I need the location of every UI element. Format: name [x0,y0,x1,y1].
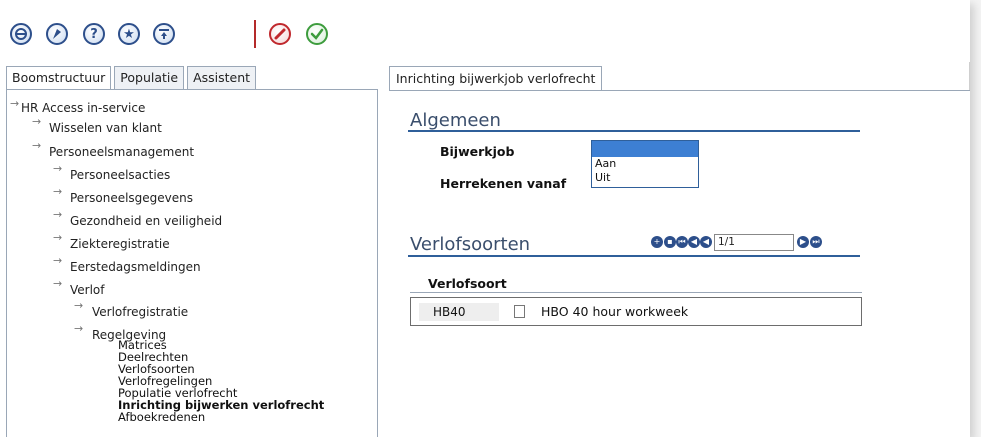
section-divider [408,255,860,257]
tree-arrow-icon: → [53,185,63,198]
tree-item-wisselen[interactable]: Wisselen van klant [49,121,162,135]
tree-item-personeelsgegevens[interactable]: Personeelsgegevens [70,191,193,205]
confirm-icon[interactable] [306,23,328,45]
dropdown-option-uit[interactable]: Uit [592,171,698,185]
tree-arrow-icon: → [53,254,63,267]
dropdown-option-empty[interactable] [592,141,698,157]
last-page-icon[interactable]: ⏭ [810,236,822,248]
column-header-verlofsoort: Verlofsoort [428,276,507,291]
tree-arrow-icon: → [53,208,63,221]
toolbar: ? ★ [0,0,970,62]
header-divider [410,292,862,293]
first-page-icon[interactable]: ⏮ [676,236,688,248]
document-icon[interactable] [514,305,525,318]
tab-boomstructuur[interactable]: Boomstructuur [6,66,112,91]
verlofsoort-code[interactable]: HB40 [419,303,499,321]
delete-icon[interactable]: ▪ [664,236,676,248]
add-icon[interactable]: + [651,236,663,248]
menu-icon[interactable] [153,23,175,45]
section-divider [408,130,860,132]
dropdown-option-aan[interactable]: Aan [592,157,698,171]
page-indicator[interactable]: 1/1 [714,234,794,251]
verlofsoort-description: HBO 40 hour workweek [541,304,689,319]
tree-arrow-icon: → [32,139,42,152]
cancel-icon[interactable] [269,23,291,45]
bijwerkjob-label: Bijwerkjob [440,144,515,159]
tree-arrow-icon: → [53,277,63,290]
tree-leaf-afboek[interactable]: Afboekredenen [118,411,205,423]
pin-icon[interactable] [46,23,68,45]
application-window: ? ★ Boomstructuur Populatie Assistent → … [0,0,970,437]
prev-page-icon[interactable]: ◀ [688,236,700,248]
tree-item-eerstedags[interactable]: Eerstedagsmeldingen [70,260,201,274]
section-title-algemeen: Algemeen [410,110,501,131]
tree-arrow-icon: → [32,115,42,128]
table-row[interactable]: HB40 HBO 40 hour workweek [410,297,862,326]
bijwerkjob-dropdown[interactable]: Aan Uit [591,140,699,188]
tree-item-personeelsmanagement[interactable]: Personeelsmanagement [49,145,194,159]
favorite-icon[interactable]: ★ [118,23,140,45]
tab-populatie[interactable]: Populatie [114,66,185,90]
tab-assistent[interactable]: Assistent [187,66,257,90]
prev-icon[interactable]: ◀ [700,236,712,248]
tree-item-ziekteregistratie[interactable]: Ziekteregistratie [70,237,170,251]
tree-arrow-icon: → [74,299,84,312]
herrekenen-label: Herrekenen vanaf [440,176,567,191]
tree-item-personeelsacties[interactable]: Personeelsacties [70,168,170,182]
tab-inrichting[interactable]: Inrichting bijwerkjob verlofrecht [389,66,603,91]
tree-item-root[interactable]: HR Access in-service [21,101,145,115]
toolbar-separator [254,20,256,48]
tree-arrow-icon: → [53,162,63,175]
tree-item-gezondheid[interactable]: Gezondheid en veiligheid [70,214,222,228]
section-title-verlofsoorten: Verlofsoorten [410,234,531,255]
tree-panel: → HR Access in-service → Wisselen van kl… [6,89,378,437]
home-icon[interactable] [10,23,32,45]
tree-item-verlof[interactable]: Verlof [70,283,105,297]
tree-arrow-icon: → [74,322,84,335]
next-page-icon[interactable]: ▶ [797,236,809,248]
help-icon[interactable]: ? [83,23,105,45]
left-tab-bar: Boomstructuur Populatie Assistent [6,66,259,91]
tree-item-verlofregistratie[interactable]: Verlofregistratie [92,305,188,319]
tree-arrow-icon: → [10,97,20,110]
tree-arrow-icon: → [53,231,63,244]
